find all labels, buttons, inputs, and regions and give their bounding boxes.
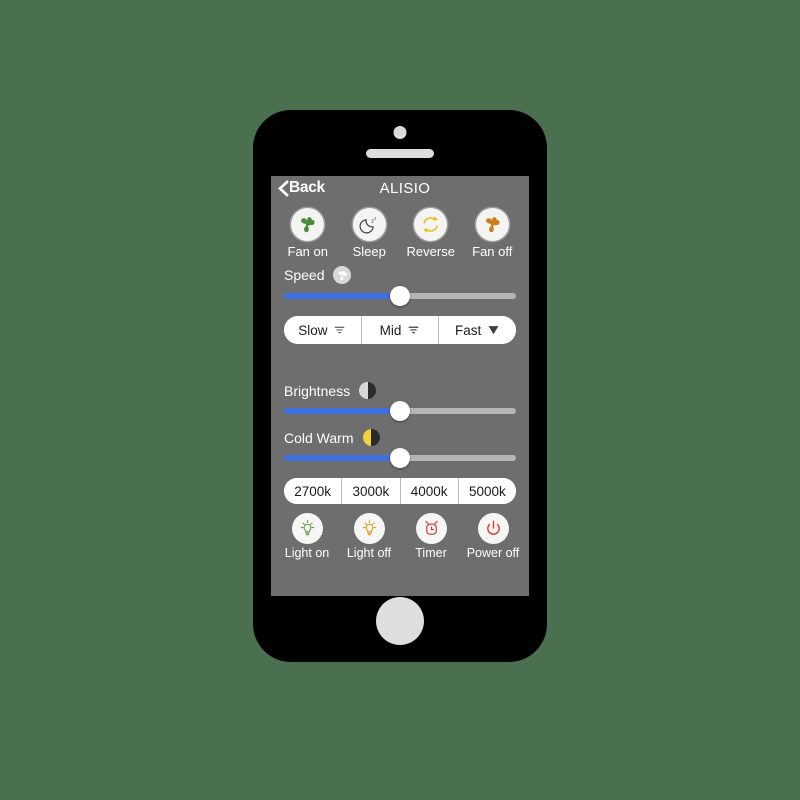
wind-strong-icon xyxy=(488,325,499,334)
page-title: ALISIO xyxy=(379,180,431,197)
timer-button[interactable]: Timer xyxy=(401,513,461,560)
fan-off-label: Fan off xyxy=(472,244,513,259)
color-temp-3000k[interactable]: 3000k xyxy=(342,478,401,504)
half-circle-color-temp-icon xyxy=(362,429,380,446)
brightness-icon-right xyxy=(367,382,377,399)
home-button[interactable] xyxy=(376,597,424,645)
speed-preset-fast-label: Fast xyxy=(455,322,482,338)
brightness-row: Brightness xyxy=(271,382,529,399)
fan-icon-wrap xyxy=(291,208,325,241)
speed-preset-mid[interactable]: Mid xyxy=(361,316,440,344)
color-temp-2700k[interactable]: 2700k xyxy=(284,478,343,504)
light-off-button[interactable]: Light off xyxy=(339,513,399,560)
speed-slider-thumb[interactable] xyxy=(390,286,410,306)
reverse-arrows-icon xyxy=(423,216,439,233)
fan-small-icon xyxy=(333,266,352,284)
fan-off-button[interactable]: Fan off xyxy=(462,208,522,259)
fan-off-icon-wrap xyxy=(475,208,509,241)
camera-dot-icon xyxy=(393,126,407,139)
alarm-clock-icon xyxy=(424,520,438,535)
brightness-label: Brightness xyxy=(284,382,351,399)
power-off-label: Power off xyxy=(466,546,520,560)
color-temperature-group: 2700k 3000k 4000k 5000k xyxy=(284,478,516,504)
cold-warm-label: Cold Warm xyxy=(284,429,354,446)
svg-text:z: z xyxy=(374,216,376,221)
color-temp-5000k[interactable]: 5000k xyxy=(458,478,516,504)
power-off-button[interactable]: Power off xyxy=(463,513,523,560)
power-icon-wrap xyxy=(477,513,509,544)
navigation-bar: Back ALISIO xyxy=(271,176,529,204)
cold-warm-row: Cold Warm xyxy=(271,421,529,446)
light-bulb-on-icon xyxy=(300,519,314,536)
light-on-label: Light on xyxy=(284,546,330,560)
speed-preset-group: Slow Mid Fast xyxy=(284,316,516,344)
light-off-icon-wrap xyxy=(353,513,385,544)
speed-preset-slow[interactable]: Slow xyxy=(284,316,362,344)
cold-warm-icon-right xyxy=(371,429,380,446)
speed-label: Speed xyxy=(284,267,325,283)
cold-warm-slider-fill xyxy=(284,455,400,461)
light-off-label: Light off xyxy=(346,546,392,560)
sleep-button[interactable]: z z Sleep xyxy=(339,208,399,259)
phone-screen: Back ALISIO Fan on z z Sleep Reverse Fan… xyxy=(271,176,529,596)
light-bulb-off-icon xyxy=(362,519,376,536)
speed-slider-fill xyxy=(284,293,400,299)
reverse-icon-wrap xyxy=(414,208,448,241)
fan-icon xyxy=(485,217,500,233)
sleep-icon-wrap: z z xyxy=(352,208,386,241)
light-on-button[interactable]: Light on xyxy=(277,513,337,560)
wind-weak-icon xyxy=(335,326,345,333)
speed-preset-fast[interactable]: Fast xyxy=(439,316,516,344)
power-icon xyxy=(486,520,500,535)
speaker-grille-icon xyxy=(366,149,434,158)
brightness-slider-thumb[interactable] xyxy=(390,401,410,421)
half-circle-brightness-icon xyxy=(359,382,377,399)
color-temp-4000k[interactable]: 4000k xyxy=(400,478,459,504)
fan-glyph xyxy=(338,270,347,280)
timer-label: Timer xyxy=(415,546,447,560)
sleep-label: Sleep xyxy=(352,244,386,259)
reverse-button[interactable]: Reverse xyxy=(401,208,461,259)
brightness-icon-left xyxy=(359,382,368,399)
brightness-slider-fill xyxy=(284,408,400,414)
speed-slider[interactable] xyxy=(284,286,516,306)
reverse-label: Reverse xyxy=(406,244,455,259)
speed-preset-mid-label: Mid xyxy=(379,322,402,338)
fan-icon xyxy=(301,217,315,233)
speed-preset-slow-label: Slow xyxy=(298,322,328,338)
speed-row: Speed xyxy=(271,259,529,284)
cold-warm-icon-left xyxy=(362,429,371,446)
light-on-icon-wrap xyxy=(291,513,323,544)
moon-sleep-icon: z z xyxy=(359,216,376,234)
brightness-slider[interactable] xyxy=(284,401,516,421)
fan-on-button[interactable]: Fan on xyxy=(278,208,338,259)
bottom-action-row: Light on Light off Timer Power off xyxy=(271,504,529,560)
wind-medium-icon xyxy=(408,326,419,333)
fan-on-label: Fan on xyxy=(287,244,328,259)
timer-icon-wrap xyxy=(415,513,447,544)
cold-warm-slider[interactable] xyxy=(284,448,516,468)
cold-warm-slider-thumb[interactable] xyxy=(390,448,410,468)
svg-text:z: z xyxy=(371,218,374,224)
fan-mode-row: Fan on z z Sleep Reverse Fan off xyxy=(271,204,529,259)
phone-device: Back ALISIO Fan on z z Sleep Reverse Fan… xyxy=(253,110,547,662)
